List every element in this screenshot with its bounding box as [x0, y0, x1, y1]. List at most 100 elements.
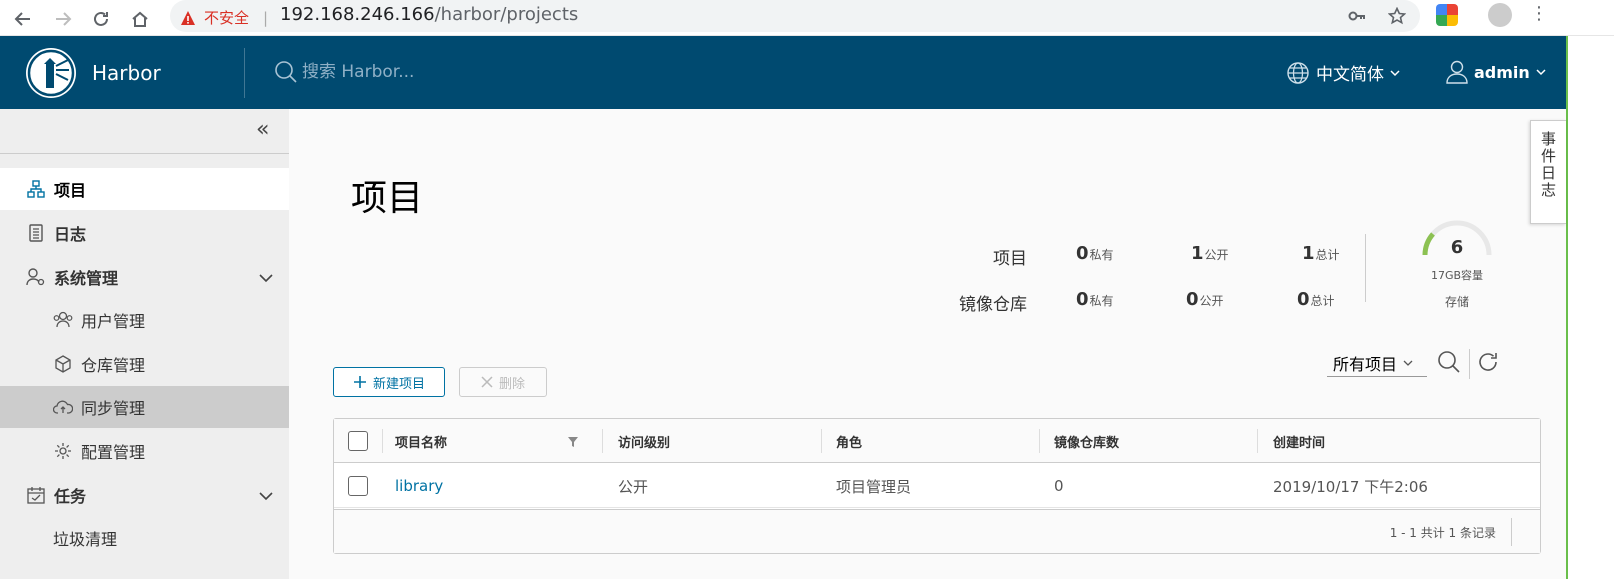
column-separator [602, 429, 603, 453]
stat-unit: 私有 [1089, 294, 1114, 308]
extension-icon[interactable] [1436, 4, 1458, 26]
admin-icon [26, 267, 46, 287]
stat-repos-total: 0 总计 [1297, 289, 1335, 310]
column-header-role[interactable]: 角色 [836, 419, 862, 463]
stat-number: 0 [1186, 289, 1199, 310]
language-selector[interactable]: 中文简体 [1286, 60, 1400, 85]
stat-projects-public: 1 公开 [1191, 243, 1229, 264]
chevron-down-icon [259, 268, 273, 287]
new-project-button[interactable]: 新建项目 [333, 367, 445, 397]
sidebar-item-label: 任务 [54, 487, 87, 506]
collapse-sidebar-icon[interactable]: « [256, 119, 278, 141]
cell-created-time: 2019/10/17 下午2:06 [1273, 477, 1428, 496]
search-icon[interactable] [1436, 349, 1462, 375]
sidebar-item-replications[interactable]: 同步管理 [0, 386, 289, 428]
stat-number: 0 [1076, 243, 1089, 264]
warning-icon [181, 10, 195, 25]
stat-number: 0 [1076, 289, 1089, 310]
key-icon[interactable] [1346, 5, 1368, 27]
pagination-text: 1 - 1 共计 1 条记录 [1389, 525, 1496, 540]
sidebar-item-tasks[interactable]: 任务 [0, 474, 289, 516]
stat-repos-label: 镜像仓库 [959, 295, 1027, 315]
warning-text: 不安全 [204, 9, 250, 27]
projects-icon [26, 179, 46, 199]
chevron-down-icon [1536, 69, 1546, 76]
sidebar-item-label: 同步管理 [81, 399, 146, 418]
sidebar-item-registries[interactable]: 仓库管理 [0, 343, 289, 385]
project-name-link[interactable]: library [395, 464, 443, 508]
cube-icon [53, 354, 73, 374]
browser-toolbar: 不安全 | 192.168.246.166/harbor/projects ⋮ [0, 0, 1614, 36]
cloud-sync-icon [53, 397, 73, 417]
stat-unit: 私有 [1089, 248, 1114, 262]
column-header-access[interactable]: 访问级别 [618, 419, 670, 463]
sidebar-item-logs[interactable]: 日志 [0, 212, 289, 254]
footer-divider [1511, 518, 1512, 546]
page-title: 项目 [351, 178, 424, 219]
table-row[interactable]: library 公开 项目管理员 0 2019/10/17 下午2:06 [334, 464, 1540, 508]
back-icon[interactable] [10, 6, 36, 32]
stat-projects-label: 项目 [993, 249, 1027, 269]
column-header-name[interactable]: 项目名称 [395, 419, 447, 463]
sidebar-item-administration[interactable]: 系统管理 [0, 256, 289, 298]
sidebar-item-label: 项目 [54, 181, 87, 200]
row-checkbox[interactable] [348, 476, 368, 496]
storage-capacity: 17GB容量 [1430, 269, 1484, 282]
stat-projects-total: 1 总计 [1302, 243, 1340, 264]
user-menu[interactable]: admin [1446, 60, 1546, 84]
column-separator [1257, 429, 1258, 453]
calendar-check-icon [26, 485, 46, 505]
sidebar-item-projects[interactable]: 项目 [0, 168, 289, 210]
select-all-checkbox[interactable] [348, 431, 368, 451]
cell-role: 项目管理员 [836, 477, 912, 496]
global-search[interactable] [274, 60, 600, 84]
stat-projects-private: 0 私有 [1076, 243, 1114, 264]
chevron-down-icon [259, 486, 273, 505]
stat-unit: 公开 [1199, 294, 1224, 308]
event-log-label: 事件日志 [1539, 131, 1557, 199]
sidebar-item-label: 日志 [54, 225, 87, 244]
main-content: 项目 项目 0 私有 1 公开 1 总计 镜像仓库 0 私有 0 公开 0 总计 6 17G… [289, 109, 1566, 579]
plus-icon [353, 376, 366, 388]
app-title[interactable]: Harbor [92, 61, 161, 85]
header-divider [244, 48, 245, 98]
delete-button[interactable]: 删除 [459, 367, 547, 397]
project-filter-select[interactable]: 所有项目 [1327, 349, 1427, 377]
column-header-repo-count[interactable]: 镜像仓库数 [1054, 419, 1119, 463]
close-icon [481, 376, 493, 388]
projects-datagrid: 项目名称 访问级别 角色 镜像仓库数 创建时间 library 公开 项目管理员… [333, 418, 1541, 554]
sidebar-item-configuration[interactable]: 配置管理 [0, 430, 289, 472]
stat-unit: 总计 [1310, 294, 1335, 308]
sidebar-item-label: 垃圾清理 [53, 530, 118, 549]
security-warning[interactable]: 不安全 | [180, 7, 268, 28]
event-log-tab[interactable]: 事件日志 [1530, 120, 1566, 224]
filter-icon[interactable] [560, 429, 586, 455]
refresh-icon[interactable] [1475, 349, 1501, 375]
grid-header: 项目名称 访问级别 角色 镜像仓库数 创建时间 [334, 419, 1540, 463]
storage-count: 6 [1450, 237, 1464, 258]
column-header-created[interactable]: 创建时间 [1273, 419, 1325, 463]
sidebar-divider [0, 153, 289, 154]
search-input[interactable] [300, 61, 600, 83]
filter-value: 所有项目 [1333, 354, 1398, 374]
new-project-label: 新建项目 [372, 376, 425, 392]
sidebar-item-users[interactable]: 用户管理 [0, 299, 289, 341]
address-bar[interactable]: 不安全 | 192.168.246.166/harbor/projects [170, 0, 1420, 32]
chevron-down-icon [1403, 360, 1413, 366]
user-name: admin [1474, 62, 1530, 82]
gear-icon [53, 441, 73, 461]
cell-access-level: 公开 [618, 477, 649, 496]
column-separator [1039, 429, 1040, 453]
separator: | [263, 8, 269, 27]
sidebar-item-gc[interactable]: 垃圾清理 [0, 517, 289, 559]
forward-icon[interactable] [50, 6, 76, 32]
stats-divider [1365, 234, 1366, 302]
profile-avatar[interactable] [1488, 3, 1512, 27]
star-icon[interactable] [1386, 5, 1408, 27]
stat-number: 1 [1302, 243, 1315, 264]
harbor-logo[interactable] [26, 48, 76, 98]
home-icon[interactable] [127, 6, 153, 32]
reload-icon[interactable] [88, 6, 114, 32]
sidebar-item-label: 用户管理 [81, 312, 146, 331]
more-menu-icon[interactable]: ⋮ [1530, 3, 1548, 24]
